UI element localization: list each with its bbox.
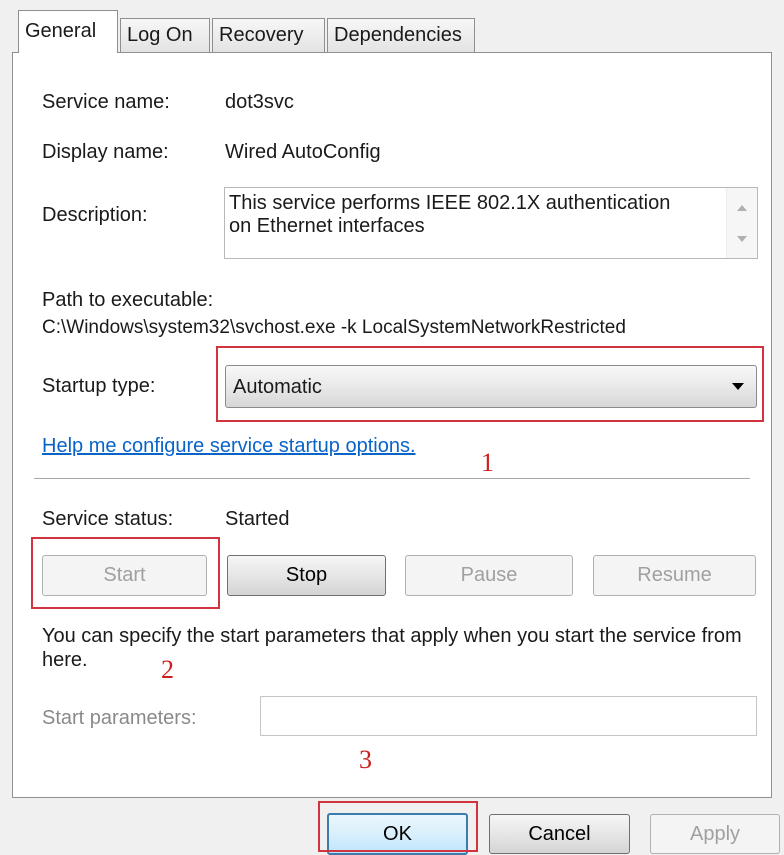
stop-button[interactable]: Stop	[227, 555, 386, 596]
annotation-number-3: 3	[359, 745, 372, 774]
service-status-label: Service status:	[42, 508, 174, 530]
start-parameters-label: Start parameters:	[42, 707, 197, 729]
description-label: Description:	[42, 204, 148, 226]
description-text: This service performs IEEE 802.1X authen…	[229, 192, 671, 237]
display-name-label: Display name:	[42, 141, 169, 163]
display-name-value: Wired AutoConfig	[225, 141, 381, 163]
help-configure-link[interactable]: Help me configure service startup option…	[42, 434, 416, 458]
path-value: C:\Windows\system32\svchost.exe -k Local…	[42, 317, 626, 338]
apply-button[interactable]: Apply	[650, 814, 780, 854]
annotation-box-ok-button	[318, 801, 478, 852]
annotation-box-startup-type	[216, 346, 764, 422]
description-scrollbar[interactable]	[726, 188, 757, 258]
service-status-value: Started	[225, 508, 290, 530]
service-name-label: Service name:	[42, 91, 170, 113]
pause-button[interactable]: Pause	[405, 555, 573, 596]
cancel-button[interactable]: Cancel	[489, 814, 630, 854]
scroll-up-icon[interactable]	[737, 205, 747, 211]
startup-type-label: Startup type:	[42, 375, 156, 397]
resume-button[interactable]: Resume	[593, 555, 756, 596]
path-label: Path to executable:	[42, 289, 214, 311]
scroll-down-icon[interactable]	[737, 236, 747, 242]
service-name-value[interactable]: dot3svc	[225, 90, 294, 114]
annotation-number-1: 1	[481, 448, 494, 477]
description-box[interactable]: This service performs IEEE 802.1X authen…	[224, 187, 758, 259]
start-parameters-input[interactable]	[260, 696, 757, 736]
annotation-box-start-button	[31, 537, 220, 609]
annotation-number-2: 2	[161, 655, 174, 684]
start-parameters-hint: You can specify the start parameters tha…	[42, 625, 742, 671]
divider	[34, 478, 750, 479]
